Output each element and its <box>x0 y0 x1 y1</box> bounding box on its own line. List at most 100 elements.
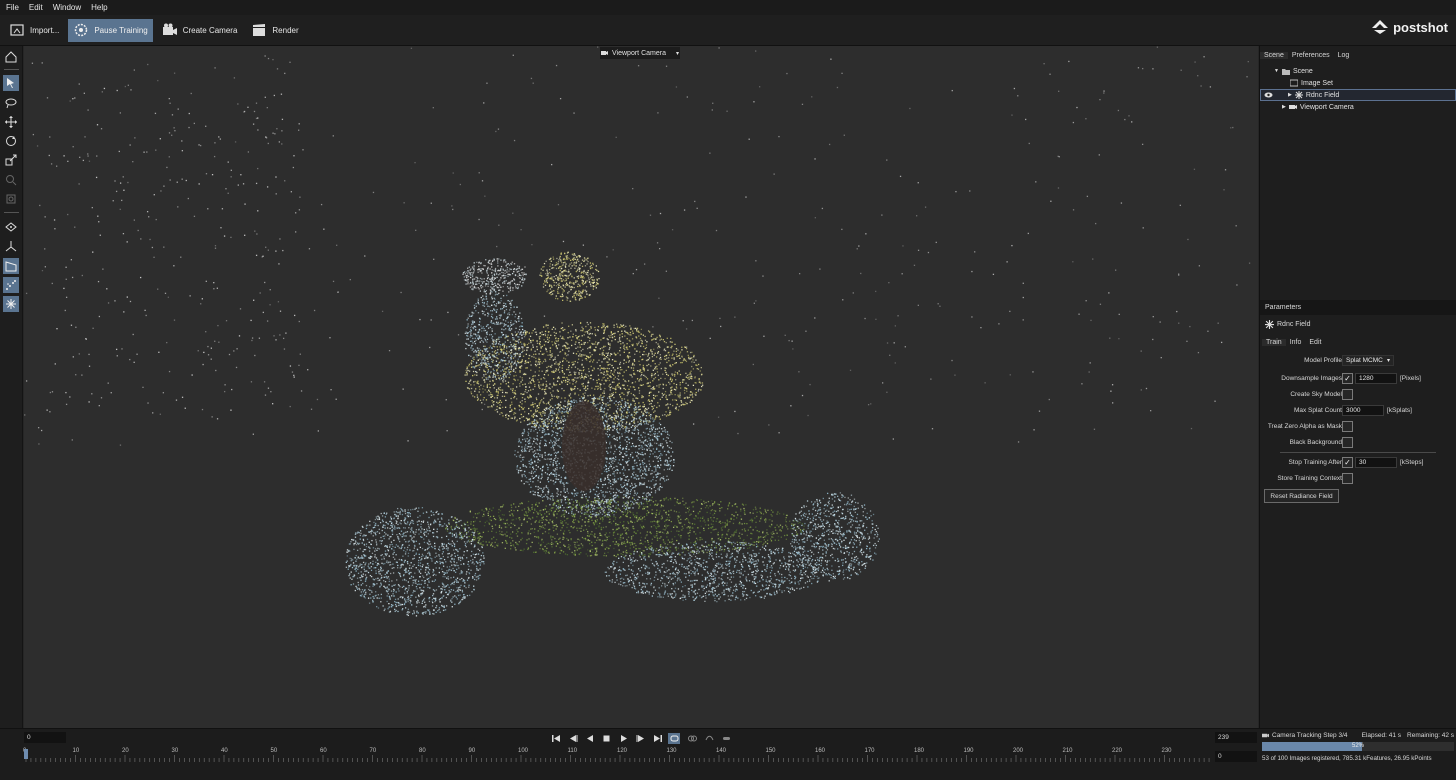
postshot-logo: postshot <box>1371 19 1448 35</box>
skip-start-button[interactable] <box>550 733 562 744</box>
crop-tool[interactable] <box>3 191 19 207</box>
chevron-right-icon[interactable]: ▶ <box>1282 104 1286 110</box>
tab-edit[interactable]: Edit <box>1305 339 1325 346</box>
points-icon <box>6 280 16 290</box>
render-button[interactable]: Render <box>246 19 303 42</box>
reset-radiance-button[interactable]: Reset Radiance Field <box>1264 489 1339 503</box>
end-frame-input[interactable]: 0 <box>1215 751 1257 762</box>
pause-training-button[interactable]: Pause Training <box>68 18 153 42</box>
stop-button[interactable] <box>600 733 612 744</box>
stop-training-input[interactable]: 30 <box>1355 457 1397 468</box>
stop-icon <box>603 735 609 742</box>
record-toggle[interactable] <box>720 733 732 744</box>
zero-alpha-checkbox[interactable] <box>1342 421 1353 432</box>
loop-icon <box>670 735 678 742</box>
max-splat-unit: [kSplats] <box>1387 407 1412 414</box>
pingpong-icon <box>687 735 697 742</box>
import-label: Import... <box>30 25 60 35</box>
step-back-button[interactable] <box>584 733 596 744</box>
bounce-toggle[interactable] <box>703 733 715 744</box>
zero-alpha-label: Treat Zero Alpha as Mask <box>1267 423 1342 430</box>
tree-label-scene: Scene <box>1292 67 1313 75</box>
skip-end-button[interactable] <box>651 733 663 744</box>
sky-model-checkbox[interactable] <box>1342 389 1353 400</box>
downsample-input[interactable]: 1280 <box>1355 373 1397 384</box>
tab-train[interactable]: Train <box>1262 338 1286 346</box>
move-tool[interactable] <box>3 114 19 130</box>
zoom-tool[interactable] <box>3 172 19 188</box>
right-panel: Scene Preferences Log ▼ Scene Image Set … <box>1259 46 1456 728</box>
layers-tool[interactable] <box>3 219 19 235</box>
rotate-icon <box>6 136 16 146</box>
timeline-tick-label: 180 <box>914 748 925 754</box>
crop-icon <box>6 194 16 204</box>
splat-burst-icon <box>1294 91 1303 99</box>
splat-burst-icon <box>1265 320 1274 329</box>
stop-training-checkbox[interactable]: ✓ <box>1342 457 1353 468</box>
show-splats-toggle[interactable] <box>3 296 19 312</box>
menu-edit[interactable]: Edit <box>29 3 43 12</box>
start-frame-input[interactable]: 0 <box>24 732 66 743</box>
pingpong-toggle[interactable] <box>686 733 698 744</box>
chevron-right-icon[interactable]: ▶ <box>1288 92 1292 98</box>
chevron-down-icon: ▾ <box>1386 358 1390 364</box>
playhead[interactable] <box>24 749 28 759</box>
tool-sidebar <box>0 46 23 728</box>
home-tool[interactable] <box>3 49 19 65</box>
loop-toggle[interactable] <box>668 733 680 744</box>
viewport-camera-selector[interactable]: Viewport Camera ▾ <box>600 47 680 59</box>
move-arrows-icon <box>5 116 17 128</box>
tab-log[interactable]: Log <box>1334 52 1354 59</box>
menu-help[interactable]: Help <box>91 3 107 12</box>
store-context-checkbox[interactable] <box>1342 473 1353 484</box>
tab-preferences[interactable]: Preferences <box>1288 52 1334 59</box>
select-tool[interactable] <box>3 75 19 91</box>
stop-training-row: Stop Training After ✓ 30 [kSteps] <box>1260 456 1456 470</box>
image-set-icon <box>1290 79 1298 87</box>
lasso-tool[interactable] <box>3 95 19 111</box>
show-cameras-toggle[interactable] <box>3 258 19 274</box>
import-button[interactable]: Import... <box>4 19 64 42</box>
next-key-button[interactable] <box>634 733 646 744</box>
timeline-tick-label: 140 <box>716 748 727 754</box>
create-camera-button[interactable]: Create Camera <box>157 19 243 42</box>
show-points-toggle[interactable] <box>3 277 19 293</box>
bounce-icon <box>705 735 713 741</box>
prev-key-button[interactable] <box>567 733 579 744</box>
3d-viewport[interactable] <box>24 46 1258 728</box>
param-divider <box>1280 452 1436 453</box>
tree-item-scene[interactable]: ▼ Scene <box>1260 65 1456 77</box>
max-splat-input[interactable]: 3000 <box>1342 405 1384 416</box>
layers-icon <box>5 222 17 232</box>
tree-item-image-set[interactable]: Image Set <box>1260 77 1456 89</box>
tab-scene[interactable]: Scene <box>1260 51 1288 59</box>
current-frame-input[interactable]: 239 <box>1215 732 1257 743</box>
black-bg-checkbox[interactable] <box>1342 437 1353 448</box>
play-button[interactable] <box>617 733 629 744</box>
menu-window[interactable]: Window <box>53 3 81 12</box>
rotate-tool[interactable] <box>3 133 19 149</box>
timeline-tick-label: 190 <box>963 748 974 754</box>
camera-icon <box>601 51 609 55</box>
black-bg-row: Black Background <box>1260 436 1456 450</box>
menu-file[interactable]: File <box>6 3 19 12</box>
point-cloud-render <box>24 46 1251 617</box>
model-profile-select[interactable]: Splat MCMC ▾ <box>1342 355 1394 366</box>
tool-divider <box>4 69 19 70</box>
tree-item-radiance-field[interactable]: ▶ Rdnc Field <box>1260 89 1456 101</box>
sky-model-row: Create Sky Model <box>1260 388 1456 402</box>
prev-key-icon <box>569 735 577 742</box>
check-icon: ✓ <box>1344 374 1351 383</box>
eye-icon[interactable] <box>1264 91 1273 99</box>
scene-tree: ▼ Scene Image Set ▶ Rdnc Field ▶ Viewpor… <box>1260 65 1456 113</box>
tab-info[interactable]: Info <box>1286 339 1306 346</box>
step-back-icon <box>586 735 593 742</box>
scale-tool[interactable] <box>3 152 19 168</box>
param-object-label: Rdnc Field <box>1277 321 1311 328</box>
downsample-checkbox[interactable]: ✓ <box>1342 373 1353 384</box>
downsample-label: Downsample Images <box>1281 375 1342 382</box>
tree-item-viewport-camera[interactable]: ▶ Viewport Camera <box>1260 101 1456 113</box>
model-profile-row: Model Profile Splat MCMC ▾ <box>1260 354 1456 368</box>
stop-training-unit: [kSteps] <box>1400 459 1424 466</box>
axes-tool[interactable] <box>3 238 19 254</box>
